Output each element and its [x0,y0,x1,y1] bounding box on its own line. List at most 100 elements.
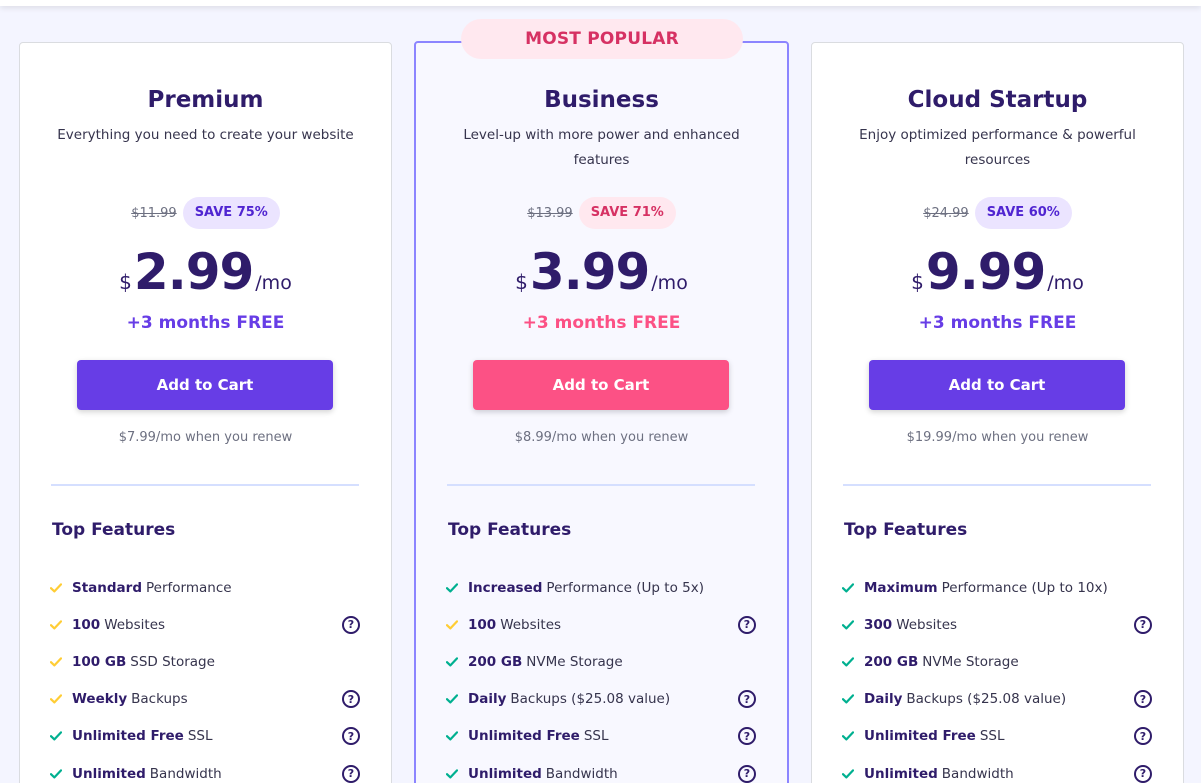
feature-highlight: Unlimited Free [468,728,580,745]
save-badge: SAVE 71% [578,197,676,229]
check-icon [50,693,62,705]
feature-highlight: Maximum [864,579,938,596]
feature-text: SSL [979,728,1005,745]
feature-item: Unlimited Free SSL? [50,718,360,755]
price-period: /mo [1047,272,1084,294]
help-icon[interactable]: ? [342,764,360,783]
plan-name: Premium [147,87,264,113]
feature-highlight: Daily [864,691,903,708]
discount-row: $24.99 SAVE 60% [812,197,1183,229]
feature-item: Unlimited Free SSL? [842,718,1152,755]
feature-text: Performance [146,579,232,596]
discount-row: $13.99 SAVE 71% [416,197,787,229]
price: $ 2.99 /mo [20,243,391,301]
feature-item: 100 Websites? [50,606,360,643]
save-badge: SAVE 75% [182,197,280,229]
feature-text: Websites [104,616,166,633]
price-period: /mo [651,272,688,294]
check-icon [842,582,854,594]
help-icon[interactable]: ? [738,764,756,783]
feature-list: Standard Performance 100 Websites? 100 GB SSD… [50,569,360,783]
old-price: $11.99 [131,205,177,221]
feature-item: 100 Websites? [446,606,756,643]
discount-row: $11.99 SAVE 75% [20,197,391,229]
help-icon[interactable]: ? [1134,764,1152,783]
feature-list: Maximum Performance (Up to 10x) 300 Website… [842,569,1152,783]
feature-text: Websites [896,616,958,633]
help-icon[interactable]: ? [738,727,756,746]
plan-name: Business [544,87,659,113]
feature-item: Daily Backups ($25.08 value)? [446,681,756,718]
feature-highlight: Unlimited [72,765,146,782]
check-icon [842,730,854,742]
help-icon[interactable]: ? [342,727,360,746]
features-title: Top Features [844,520,968,540]
help-icon[interactable]: ? [342,690,360,709]
feature-item: Increased Performance (Up to 5x) [446,569,756,606]
price: $ 9.99 /mo [812,243,1183,301]
feature-item: Maximum Performance (Up to 10x) [842,569,1152,606]
help-icon[interactable]: ? [738,615,756,634]
feature-text: Websites [500,616,562,633]
free-months: +3 months FREE [522,313,681,333]
help-icon[interactable]: ? [738,690,756,709]
feature-highlight: 100 [72,616,101,633]
feature-highlight: 200 GB [468,653,523,670]
feature-text: Performance (Up to 10x) [941,579,1108,596]
most-popular-badge: MOST POPULAR [461,19,743,59]
save-badge: SAVE 60% [974,197,1072,229]
feature-item: 100 GB SSD Storage [50,643,360,680]
currency-symbol: $ [911,270,924,294]
feature-item: Daily Backups ($25.08 value)? [842,681,1152,718]
divider [843,484,1151,486]
add-to-cart-button[interactable]: Add to Cart [869,360,1125,410]
add-to-cart-button[interactable]: Add to Cart [473,360,729,410]
feature-highlight: Unlimited [864,765,938,782]
check-icon [50,619,62,631]
feature-list: Increased Performance (Up to 5x) 100 Websit… [446,569,756,783]
check-icon [842,656,854,668]
help-icon[interactable]: ? [1134,727,1152,746]
check-icon [842,619,854,631]
check-icon [446,619,458,631]
feature-highlight: 200 GB [864,653,919,670]
check-icon [842,768,854,780]
feature-item: Standard Performance [50,569,360,606]
feature-highlight: Unlimited Free [864,728,976,745]
feature-text: NVMe Storage [526,653,623,670]
divider [447,484,755,486]
free-months: +3 months FREE [126,313,285,333]
plan-card-premium: Premium Everything you need to create yo… [19,42,392,783]
feature-item: Unlimited Bandwidth? [842,755,1152,783]
feature-highlight: Daily [468,691,507,708]
add-to-cart-button[interactable]: Add to Cart [77,360,333,410]
feature-highlight: Increased [468,579,543,596]
feature-text: Performance (Up to 5x) [546,579,704,596]
feature-text: NVMe Storage [922,653,1019,670]
plan-description: Everything you need to create your websi… [57,127,354,143]
feature-highlight: Standard [72,579,142,596]
feature-highlight: 300 [864,616,893,633]
check-icon [842,693,854,705]
old-price: $13.99 [527,205,573,221]
plan-card-business: Business Level-up with more power and en… [414,41,789,783]
check-icon [446,693,458,705]
feature-text: SSD Storage [130,653,215,670]
currency-symbol: $ [515,270,528,294]
feature-highlight: 100 [468,616,497,633]
free-months: +3 months FREE [918,313,1077,333]
check-icon [446,730,458,742]
help-icon[interactable]: ? [1134,690,1152,709]
check-icon [50,656,62,668]
renew-price: $19.99/mo when you renew [906,430,1089,445]
price-amount: 3.99 [529,243,650,301]
plan-name: Cloud Startup [907,87,1088,113]
divider [51,484,359,486]
price-amount: 2.99 [133,243,254,301]
help-icon[interactable]: ? [1134,615,1152,634]
feature-text: Backups [131,691,188,708]
help-icon[interactable]: ? [342,615,360,634]
feature-item: 200 GB NVMe Storage [842,643,1152,680]
plan-description: Level-up with more power and enhanced fe… [463,127,740,168]
feature-item: Unlimited Bandwidth? [50,755,360,783]
